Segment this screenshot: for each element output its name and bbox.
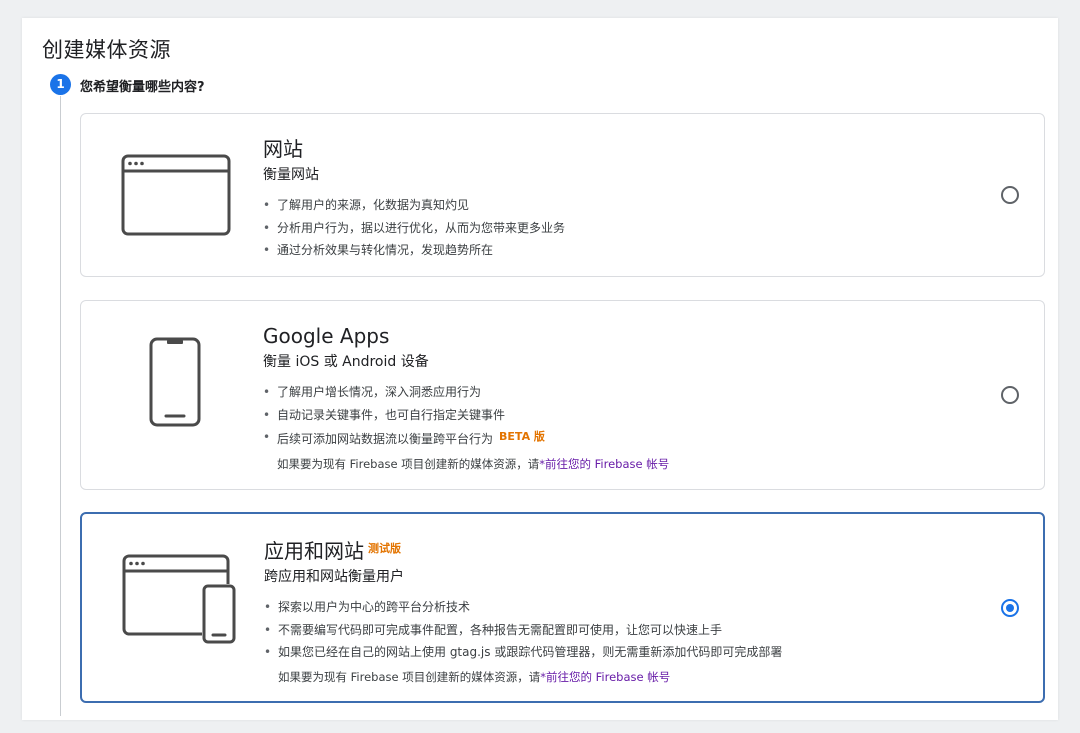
feature-item: 通过分析效果与转化情况，发现趋势所在 <box>263 239 565 262</box>
feature-item: 后续可添加网站数据流以衡量跨平台行为 BETA 版 <box>263 426 669 451</box>
feature-item: 如果您已经在自己的网站上使用 gtag.js 或跟踪代码管理器，则无需重新添加代… <box>264 641 782 664</box>
feature-item: 分析用户行为，据以进行优化，从而为您带来更多业务 <box>263 217 565 240</box>
option-title: Google Apps <box>263 324 390 348</box>
firebase-note: 如果要为现有 Firebase 项目创建新的媒体资源，请*前往您的 Fireba… <box>277 456 670 471</box>
option-subtitle: 跨应用和网站衡量用户 <box>264 569 404 585</box>
radio-app-and-web[interactable] <box>1001 599 1019 617</box>
feature-item: 了解用户的来源，化数据为真知灼见 <box>263 194 565 217</box>
phone-icon <box>149 337 201 427</box>
feature-list: 探索以用户为中心的跨平台分析技术 不需要编写代码即可完成事件配置，各种报告无需配… <box>264 596 782 664</box>
firebase-account-link[interactable]: 前往您的 Firebase 帐号 <box>546 670 670 684</box>
browser-and-phone-icon <box>122 554 236 644</box>
feature-item: 不需要编写代码即可完成事件配置，各种报告无需配置即可使用，让您可以快速上手 <box>264 619 782 642</box>
option-subtitle: 衡量网站 <box>263 167 319 183</box>
option-title: 应用和网站 <box>264 539 364 563</box>
option-card-body: 应用和网站测试版 跨应用和网站衡量用户 探索以用户为中心的跨平台分析技术 不需要… <box>264 536 782 686</box>
step-title: 您希望衡量哪些内容? <box>80 80 205 95</box>
option-subtitle: 衡量 iOS 或 Android 设备 <box>263 354 429 370</box>
firebase-account-link[interactable]: 前往您的 Firebase 帐号 <box>545 457 669 471</box>
option-title: 网站 <box>263 137 303 161</box>
feature-item: 探索以用户为中心的跨平台分析技术 <box>264 596 782 619</box>
firebase-note-text: 如果要为现有 Firebase 项目创建新的媒体资源，请 <box>278 669 541 684</box>
browser-window-icon <box>121 154 231 236</box>
beta-badge: BETA 版 <box>499 430 545 443</box>
radio-apps[interactable] <box>1001 386 1019 404</box>
option-card-app-and-web[interactable]: 应用和网站测试版 跨应用和网站衡量用户 探索以用户为中心的跨平台分析技术 不需要… <box>80 512 1045 703</box>
option-title-row: 应用和网站 测试版 <box>264 536 782 564</box>
test-version-badge: 测试版 <box>368 542 401 555</box>
option-card-website[interactable]: 网站 衡量网站 了解用户的来源，化数据为真知灼见 分析用户行为，据以进行优化，从… <box>80 113 1045 277</box>
option-card-apps[interactable]: Google Apps 衡量 iOS 或 Android 设备 了解用户增长情况… <box>80 300 1045 490</box>
firebase-note: 如果要为现有 Firebase 项目创建新的媒体资源，请*前往您的 Fireba… <box>278 669 671 684</box>
feature-list: 了解用户的来源，化数据为真知灼见 分析用户行为，据以进行优化，从而为您带来更多业… <box>263 194 565 262</box>
feature-item: 自动记录关键事件，也可自行指定关键事件 <box>263 404 669 427</box>
feature-list: 了解用户增长情况，深入洞悉应用行为 自动记录关键事件，也可自行指定关键事件 后续… <box>263 381 669 451</box>
step-connector-line <box>60 96 61 716</box>
option-card-body: Google Apps 衡量 iOS 或 Android 设备 了解用户增长情况… <box>263 323 669 473</box>
firebase-note-text: 如果要为现有 Firebase 项目创建新的媒体资源，请 <box>277 456 540 471</box>
feature-item-text: 后续可添加网站数据流以衡量跨平台行为 <box>277 432 494 446</box>
step-number-badge: 1 <box>50 74 71 95</box>
feature-item: 了解用户增长情况，深入洞悉应用行为 <box>263 381 669 404</box>
page-title: 创建媒体资源 <box>42 38 171 62</box>
option-card-body: 网站 衡量网站 了解用户的来源，化数据为真知灼见 分析用户行为，据以进行优化，从… <box>263 136 565 262</box>
radio-website[interactable] <box>1001 186 1019 204</box>
